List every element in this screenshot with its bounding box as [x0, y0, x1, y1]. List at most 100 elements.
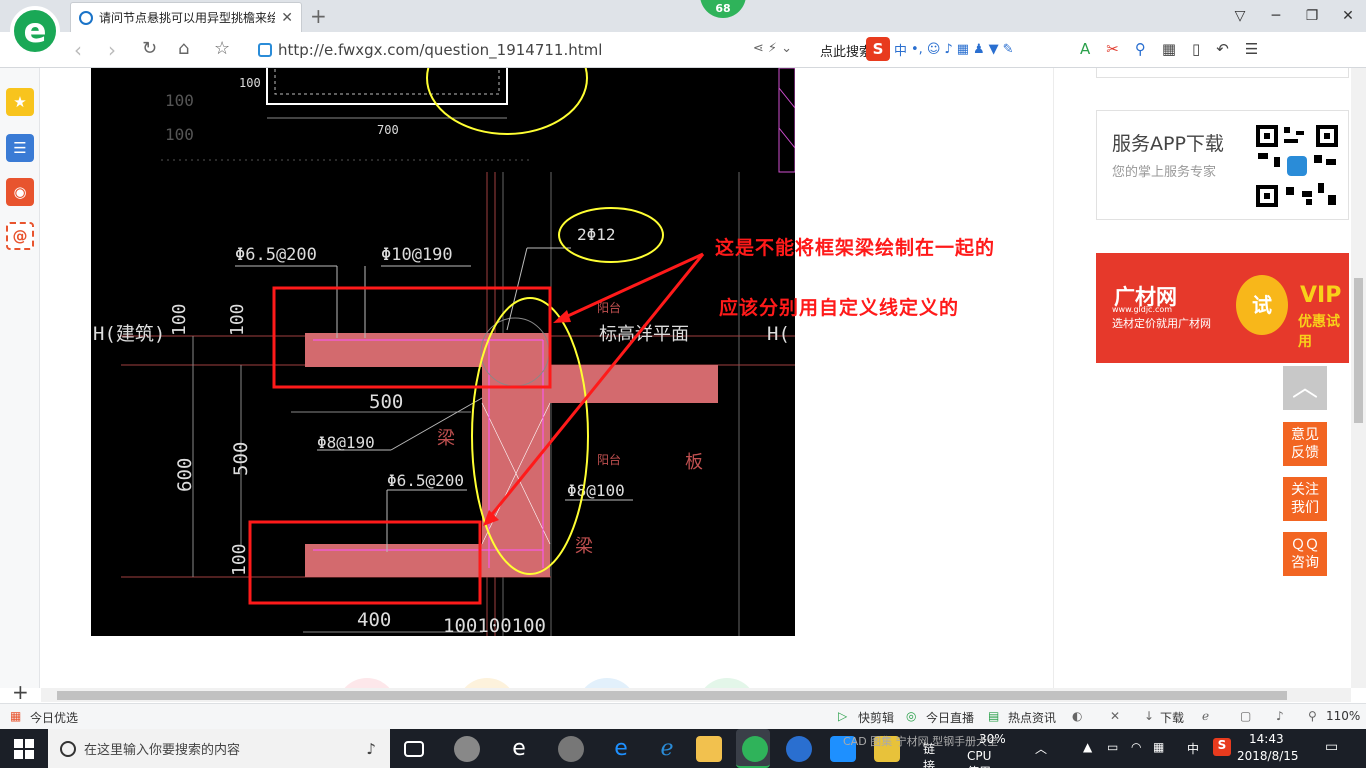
follow-us-button[interactable]: 关注 我们	[1283, 477, 1327, 521]
address-tools-icon[interactable]: ⋖ ⚡ ⌄	[753, 41, 792, 56]
maximize-button[interactable]: ❐	[1294, 0, 1330, 32]
status-today-picks[interactable]: 今日优选	[30, 709, 78, 726]
refresh-icon[interactable]: ↻	[142, 38, 157, 59]
sidebar-add-icon[interactable]: +	[12, 680, 29, 704]
feedback-button[interactable]: 意见 反馈	[1283, 422, 1327, 466]
360-browser-icon[interactable]	[742, 736, 768, 762]
address-bar[interactable]: http://e.fwxgx.com/question_1914711.html…	[258, 37, 808, 63]
news-icon[interactable]: ▤	[988, 709, 999, 723]
label-dim-500: 500	[369, 391, 403, 413]
translate-icon[interactable]: A	[1080, 40, 1090, 58]
weibo-icon[interactable]: ◉	[6, 178, 34, 206]
ad-site: www.gldjc.com	[1112, 305, 1173, 314]
browser-logo-icon[interactable]: e	[10, 6, 60, 56]
tools-icon[interactable]: ✎	[1003, 42, 1014, 57]
download-icon[interactable]: ↓	[1144, 709, 1154, 723]
edge-icon[interactable]: e	[608, 736, 634, 762]
undo-icon[interactable]: ↶	[1216, 40, 1229, 58]
qr-code-icon[interactable]	[1256, 125, 1338, 207]
emoji-icon[interactable]: ☺	[927, 42, 941, 57]
cpu-label[interactable]: CPU使用	[967, 749, 991, 780]
ie-mode-icon[interactable]: ℯ	[1202, 709, 1209, 723]
app-download-card[interactable]: 服务APP下载 您的掌上服务专家	[1096, 110, 1349, 220]
window-mode-icon[interactable]: ▢	[1240, 709, 1251, 723]
minimize-button[interactable]: ─	[1258, 0, 1294, 32]
user-icon[interactable]: ♟	[973, 42, 985, 57]
vertical-scroll-thumb[interactable]	[1354, 278, 1363, 423]
ie-icon[interactable]: e	[506, 736, 532, 762]
chrome-icon[interactable]	[558, 736, 584, 762]
notification-bell-icon[interactable]: ▲	[1083, 740, 1092, 754]
guangcai-ad-banner[interactable]: 广材网 www.gldjc.com 选材定价就用广材网 试 VIP 优惠试用	[1096, 253, 1349, 363]
bottom-circle-4	[697, 678, 757, 688]
reader-icon[interactable]: ▯	[1192, 40, 1200, 58]
status-item-1[interactable]: 快剪辑	[858, 709, 894, 726]
qq-consult-button[interactable]: ＱＱ 咨询	[1283, 532, 1327, 576]
video-edit-icon[interactable]: ▷	[838, 709, 847, 723]
browser-tab[interactable]: 请问节点悬挑可以用异型挑檐来绘制吗 ✕	[70, 2, 302, 32]
windows-start-icon[interactable]	[14, 739, 34, 759]
back-to-top-button[interactable]: ︿	[1283, 366, 1327, 410]
forward-icon[interactable]: ›	[108, 38, 116, 62]
cpu-percent[interactable]: 30%	[979, 732, 1006, 746]
new-tab-button[interactable]: +	[310, 4, 327, 28]
close-window-button[interactable]: ✕	[1330, 0, 1366, 32]
live-icon[interactable]: ◎	[906, 709, 916, 723]
wifi-icon[interactable]: ◠	[1131, 740, 1141, 754]
url-text[interactable]: http://e.fwxgx.com/question_1914711.html	[278, 41, 602, 59]
mic-icon[interactable]: ♪	[944, 42, 952, 57]
favorites-star-icon[interactable]: ★	[6, 88, 34, 116]
speed-icon[interactable]: ◐	[1072, 709, 1082, 723]
punct-icon[interactable]: •,	[911, 42, 923, 57]
horizontal-scroll-thumb[interactable]	[57, 691, 1287, 700]
find-icon[interactable]: ⚲	[1135, 40, 1146, 58]
tab-title: 请问节点悬挑可以用异型挑檐来绘制吗	[99, 11, 276, 25]
status-item-2[interactable]: 今日直播	[926, 709, 974, 726]
tools-icon-status[interactable]: ✕	[1110, 709, 1120, 723]
home-icon[interactable]: ⌂	[178, 38, 189, 59]
gift-icon[interactable]: ▦	[10, 709, 21, 723]
zoom-level[interactable]: 110%	[1326, 709, 1360, 723]
glodon-icon[interactable]	[786, 736, 812, 762]
favorite-star-icon[interactable]: ☆	[214, 38, 230, 59]
task-view-icon[interactable]	[404, 741, 424, 757]
reading-list-icon[interactable]: ☰	[6, 134, 34, 162]
horizontal-scrollbar[interactable]	[41, 688, 1351, 702]
mute-icon[interactable]: ♪	[1276, 709, 1284, 723]
mail-icon[interactable]: @	[6, 222, 34, 250]
sogou-ime-icon[interactable]: S	[866, 37, 890, 61]
apps-icon[interactable]: ▦	[1162, 40, 1176, 58]
dim-700: 700	[377, 123, 399, 137]
vertical-scrollbar[interactable]	[1351, 68, 1366, 688]
search-label[interactable]: 点此搜索	[820, 41, 872, 60]
status-item-4[interactable]: 下载	[1160, 709, 1184, 726]
notification-badge[interactable]: 68	[700, 0, 746, 18]
keyboard-tray-icon[interactable]: ▦	[1153, 740, 1164, 754]
menu-icon[interactable]: ☰	[1245, 40, 1258, 58]
app-title: 服务APP下载	[1112, 133, 1224, 155]
clock-time[interactable]: 14:43	[1249, 732, 1284, 746]
ie-blue-icon[interactable]: ℯ	[654, 736, 680, 762]
keyboard-icon[interactable]: ▦	[957, 42, 969, 57]
shirt-icon[interactable]: ▼	[989, 42, 999, 57]
screenshot-icon[interactable]: ✂	[1106, 40, 1119, 58]
dim-100-top: 100	[239, 76, 261, 90]
close-tab-icon[interactable]: ✕	[281, 10, 293, 26]
ime-mode[interactable]: 中	[894, 40, 907, 59]
back-icon[interactable]: ‹	[74, 38, 82, 62]
tray-expand-icon[interactable]: ︿	[1035, 740, 1047, 757]
file-explorer-icon[interactable]	[696, 736, 722, 762]
bottom-slab	[305, 544, 550, 577]
ime-indicator[interactable]: 中	[1187, 740, 1199, 757]
battery-icon[interactable]: ▭	[1107, 740, 1118, 754]
sogou-tray-icon[interactable]: S	[1213, 738, 1231, 756]
action-center-icon[interactable]: ▭	[1325, 739, 1338, 755]
fan-app-icon[interactable]	[454, 736, 480, 762]
link-label[interactable]: 链接	[923, 740, 935, 774]
clock-date[interactable]: 2018/8/15	[1237, 749, 1299, 763]
status-item-3[interactable]: 热点资讯	[1008, 709, 1056, 726]
skin-icon[interactable]: ▽	[1222, 0, 1258, 32]
zoom-icon[interactable]: ⚲	[1308, 709, 1317, 723]
taskbar-search-box[interactable]: 在这里输入你要搜索的内容 ♪	[48, 729, 390, 768]
voice-search-icon[interactable]: ♪	[366, 740, 376, 758]
